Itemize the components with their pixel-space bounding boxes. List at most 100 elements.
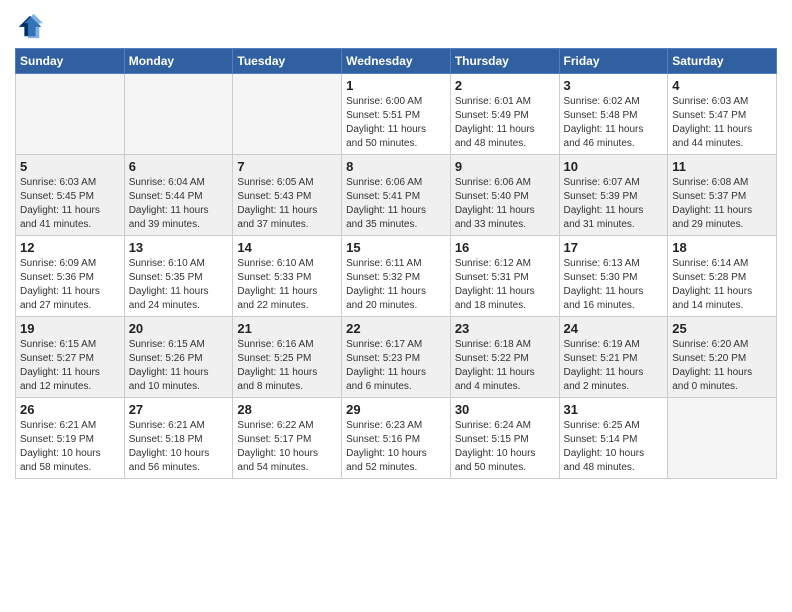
calendar-cell: 12 Sunrise: 6:09 AM Sunset: 5:36 PM Dayli… — [16, 236, 125, 317]
day-info: Sunrise: 6:08 AM Sunset: 5:37 PM Dayligh… — [672, 176, 772, 232]
day-number: 8 — [346, 159, 446, 174]
day-number: 27 — [129, 402, 229, 417]
day-number: 28 — [237, 402, 337, 417]
calendar-cell — [16, 74, 125, 155]
day-number: 30 — [455, 402, 555, 417]
calendar-cell: 7 Sunrise: 6:05 AM Sunset: 5:43 PM Daylig… — [233, 155, 342, 236]
calendar-cell: 2 Sunrise: 6:01 AM Sunset: 5:49 PM Daylig… — [450, 74, 559, 155]
day-info: Sunrise: 6:13 AM Sunset: 5:30 PM Dayligh… — [564, 257, 664, 313]
day-number: 11 — [672, 159, 772, 174]
calendar-cell: 30 Sunrise: 6:24 AM Sunset: 5:15 PM Dayli… — [450, 398, 559, 479]
weekday-header-row: SundayMondayTuesdayWednesdayThursdayFrid… — [16, 49, 777, 74]
day-number: 6 — [129, 159, 229, 174]
calendar-cell: 14 Sunrise: 6:10 AM Sunset: 5:33 PM Dayli… — [233, 236, 342, 317]
day-info: Sunrise: 6:06 AM Sunset: 5:40 PM Dayligh… — [455, 176, 555, 232]
day-number: 4 — [672, 78, 772, 93]
week-row-5: 26 Sunrise: 6:21 AM Sunset: 5:19 PM Dayli… — [16, 398, 777, 479]
day-number: 31 — [564, 402, 664, 417]
day-info: Sunrise: 6:02 AM Sunset: 5:48 PM Dayligh… — [564, 95, 664, 151]
day-number: 25 — [672, 321, 772, 336]
day-info: Sunrise: 6:22 AM Sunset: 5:17 PM Dayligh… — [237, 419, 337, 475]
day-number: 22 — [346, 321, 446, 336]
weekday-header-monday: Monday — [124, 49, 233, 74]
day-number: 9 — [455, 159, 555, 174]
day-info: Sunrise: 6:10 AM Sunset: 5:35 PM Dayligh… — [129, 257, 229, 313]
week-row-3: 12 Sunrise: 6:09 AM Sunset: 5:36 PM Dayli… — [16, 236, 777, 317]
day-number: 15 — [346, 240, 446, 255]
day-number: 17 — [564, 240, 664, 255]
day-info: Sunrise: 6:03 AM Sunset: 5:45 PM Dayligh… — [20, 176, 120, 232]
day-info: Sunrise: 6:17 AM Sunset: 5:23 PM Dayligh… — [346, 338, 446, 394]
calendar-cell: 5 Sunrise: 6:03 AM Sunset: 5:45 PM Daylig… — [16, 155, 125, 236]
day-info: Sunrise: 6:14 AM Sunset: 5:28 PM Dayligh… — [672, 257, 772, 313]
day-info: Sunrise: 6:15 AM Sunset: 5:26 PM Dayligh… — [129, 338, 229, 394]
week-row-4: 19Sunrise: 6:15 AM Sunset: 5:27 PM Dayli… — [16, 317, 777, 398]
calendar-cell: 4 Sunrise: 6:03 AM Sunset: 5:47 PM Daylig… — [668, 74, 777, 155]
day-info: Sunrise: 6:10 AM Sunset: 5:33 PM Dayligh… — [237, 257, 337, 313]
calendar-cell: 8 Sunrise: 6:06 AM Sunset: 5:41 PM Daylig… — [342, 155, 451, 236]
day-info: Sunrise: 6:06 AM Sunset: 5:41 PM Dayligh… — [346, 176, 446, 232]
day-number: 18 — [672, 240, 772, 255]
day-number: 3 — [564, 78, 664, 93]
calendar-cell: 29 Sunrise: 6:23 AM Sunset: 5:16 PM Dayli… — [342, 398, 451, 479]
day-number: 10 — [564, 159, 664, 174]
day-info: Sunrise: 6:18 AM Sunset: 5:22 PM Dayligh… — [455, 338, 555, 394]
day-number: 26 — [20, 402, 120, 417]
day-number: 12 — [20, 240, 120, 255]
day-number: 29 — [346, 402, 446, 417]
day-number: 21 — [237, 321, 337, 336]
calendar-container: SundayMondayTuesdayWednesdayThursdayFrid… — [0, 0, 792, 489]
calendar-cell: 1 Sunrise: 6:00 AM Sunset: 5:51 PM Daylig… — [342, 74, 451, 155]
day-number: 7 — [237, 159, 337, 174]
day-number: 2 — [455, 78, 555, 93]
calendar-cell: 23 Sunrise: 6:18 AM Sunset: 5:22 PM Dayli… — [450, 317, 559, 398]
day-info: Sunrise: 6:00 AM Sunset: 5:51 PM Dayligh… — [346, 95, 446, 151]
day-info: Sunrise: 6:21 AM Sunset: 5:18 PM Dayligh… — [129, 419, 229, 475]
day-info: Sunrise: 6:20 AM Sunset: 5:20 PM Dayligh… — [672, 338, 772, 394]
day-info: Sunrise: 6:21 AM Sunset: 5:19 PM Dayligh… — [20, 419, 120, 475]
calendar-cell: 18 Sunrise: 6:14 AM Sunset: 5:28 PM Dayli… — [668, 236, 777, 317]
calendar-cell: 3 Sunrise: 6:02 AM Sunset: 5:48 PM Daylig… — [559, 74, 668, 155]
calendar-cell — [233, 74, 342, 155]
logo-icon — [15, 12, 43, 40]
day-number: 1 — [346, 78, 446, 93]
weekday-header-friday: Friday — [559, 49, 668, 74]
day-info: Sunrise: 6:09 AM Sunset: 5:36 PM Dayligh… — [20, 257, 120, 313]
calendar-cell: 13Sunrise: 6:10 AM Sunset: 5:35 PM Dayli… — [124, 236, 233, 317]
calendar-cell: 10 Sunrise: 6:07 AM Sunset: 5:39 PM Dayli… — [559, 155, 668, 236]
day-info: Sunrise: 6:11 AM Sunset: 5:32 PM Dayligh… — [346, 257, 446, 313]
calendar-cell: 28 Sunrise: 6:22 AM Sunset: 5:17 PM Dayli… — [233, 398, 342, 479]
logo — [15, 14, 45, 42]
weekday-header-sunday: Sunday — [16, 49, 125, 74]
day-info: Sunrise: 6:15 AM Sunset: 5:27 PM Dayligh… — [20, 338, 120, 394]
weekday-header-thursday: Thursday — [450, 49, 559, 74]
day-info: Sunrise: 6:24 AM Sunset: 5:15 PM Dayligh… — [455, 419, 555, 475]
day-info: Sunrise: 6:12 AM Sunset: 5:31 PM Dayligh… — [455, 257, 555, 313]
calendar-cell: 20Sunrise: 6:15 AM Sunset: 5:26 PM Dayli… — [124, 317, 233, 398]
day-info: Sunrise: 6:23 AM Sunset: 5:16 PM Dayligh… — [346, 419, 446, 475]
header — [15, 10, 777, 42]
calendar-table: SundayMondayTuesdayWednesdayThursdayFrid… — [15, 48, 777, 479]
calendar-cell: 17 Sunrise: 6:13 AM Sunset: 5:30 PM Dayli… — [559, 236, 668, 317]
day-info: Sunrise: 6:07 AM Sunset: 5:39 PM Dayligh… — [564, 176, 664, 232]
day-info: Sunrise: 6:04 AM Sunset: 5:44 PM Dayligh… — [129, 176, 229, 232]
day-number: 14 — [237, 240, 337, 255]
day-info: Sunrise: 6:03 AM Sunset: 5:47 PM Dayligh… — [672, 95, 772, 151]
calendar-cell: 25 Sunrise: 6:20 AM Sunset: 5:20 PM Dayli… — [668, 317, 777, 398]
week-row-2: 5 Sunrise: 6:03 AM Sunset: 5:45 PM Daylig… — [16, 155, 777, 236]
calendar-cell: 22 Sunrise: 6:17 AM Sunset: 5:23 PM Dayli… — [342, 317, 451, 398]
day-info: Sunrise: 6:19 AM Sunset: 5:21 PM Dayligh… — [564, 338, 664, 394]
day-number: 5 — [20, 159, 120, 174]
day-number: 23 — [455, 321, 555, 336]
day-number: 16 — [455, 240, 555, 255]
calendar-cell: 21 Sunrise: 6:16 AM Sunset: 5:25 PM Dayli… — [233, 317, 342, 398]
calendar-cell: 31 Sunrise: 6:25 AM Sunset: 5:14 PM Dayli… — [559, 398, 668, 479]
calendar-cell: 24Sunrise: 6:19 AM Sunset: 5:21 PM Dayli… — [559, 317, 668, 398]
day-info: Sunrise: 6:05 AM Sunset: 5:43 PM Dayligh… — [237, 176, 337, 232]
calendar-cell: 11 Sunrise: 6:08 AM Sunset: 5:37 PM Dayli… — [668, 155, 777, 236]
weekday-header-tuesday: Tuesday — [233, 49, 342, 74]
week-row-1: 1 Sunrise: 6:00 AM Sunset: 5:51 PM Daylig… — [16, 74, 777, 155]
day-info: Sunrise: 6:16 AM Sunset: 5:25 PM Dayligh… — [237, 338, 337, 394]
day-info: Sunrise: 6:25 AM Sunset: 5:14 PM Dayligh… — [564, 419, 664, 475]
day-info: Sunrise: 6:01 AM Sunset: 5:49 PM Dayligh… — [455, 95, 555, 151]
